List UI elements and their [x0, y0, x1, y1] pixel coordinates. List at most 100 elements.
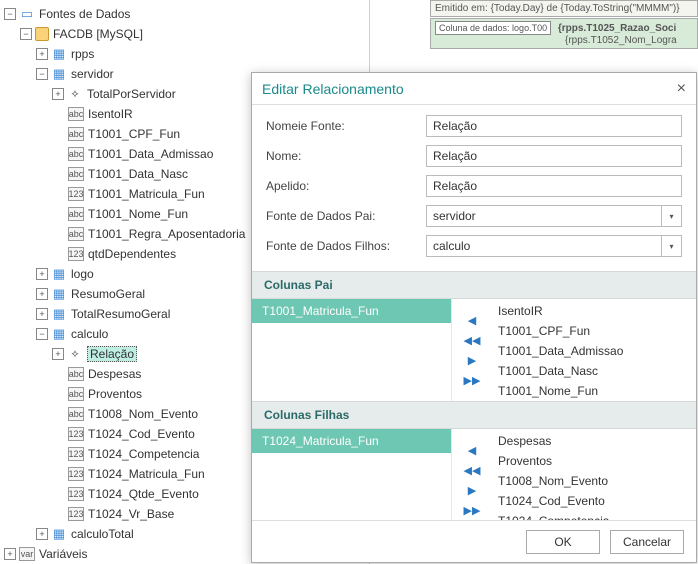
tree-label: IsentoIR — [88, 107, 133, 121]
row-pai: Fonte de Dados Pai: servidor ▾ — [266, 205, 682, 227]
move-all-right-icon[interactable]: ▶▶ — [463, 372, 481, 388]
tree-label: T1001_Matricula_Fun — [88, 187, 205, 201]
collapse-icon[interactable]: − — [20, 28, 32, 40]
tree-label: logo — [71, 267, 94, 281]
tree-label: T1001_Nome_Fun — [88, 207, 188, 221]
select-fonte-pai[interactable]: servidor ▾ — [426, 205, 682, 227]
field-abc-icon: abc — [68, 107, 84, 121]
dialog-title-text: Editar Relacionamento — [262, 81, 404, 97]
collapse-icon[interactable]: − — [36, 68, 48, 80]
field-123-icon: 123 — [68, 467, 84, 481]
field-abc-icon: abc — [68, 167, 84, 181]
tree-label: T1001_Data_Nasc — [88, 167, 188, 181]
report-text: Emitido em: {Today.Day} de {Today.ToStri… — [435, 3, 680, 14]
report-data-row: Coluna de dados: logo.T00 {rpps.T1025_Ra… — [430, 18, 698, 49]
tree-label: qtdDependentes — [88, 247, 176, 261]
selected-child-cols: T1024_Matricula_Fun — [252, 429, 452, 520]
relation-icon: ⟡ — [67, 87, 83, 101]
move-left-icon[interactable]: ◀ — [463, 442, 481, 458]
report-cell: Coluna de dados: logo.T00 — [435, 21, 551, 35]
chevron-down-icon: ▾ — [661, 206, 681, 226]
field-abc-icon: abc — [68, 367, 84, 381]
selected-col-item[interactable]: T1024_Matricula_Fun — [252, 429, 451, 453]
tree-label: T1024_Competencia — [88, 447, 199, 461]
list-item[interactable]: T1001_Data_Admissao — [492, 341, 696, 361]
input-apelido[interactable] — [426, 175, 682, 197]
input-nome[interactable] — [426, 145, 682, 167]
available-parent-cols: IsentoIR T1001_CPF_Fun T1001_Data_Admiss… — [492, 299, 696, 401]
move-left-icon[interactable]: ◀ — [463, 312, 481, 328]
move-buttons: ◀ ◀◀ ▶ ▶▶ — [452, 429, 492, 520]
expand-icon[interactable]: + — [52, 348, 64, 360]
tree-label: Proventos — [88, 387, 142, 401]
tree-label: T1001_CPF_Fun — [88, 127, 180, 141]
tree-label: Fontes de Dados — [39, 7, 130, 21]
tree-label: T1024_Qtde_Evento — [88, 487, 199, 501]
list-item[interactable]: T1024_Cod_Evento — [492, 491, 696, 511]
tree-label: Variáveis — [39, 547, 87, 561]
expand-icon[interactable]: + — [4, 548, 16, 560]
select-fonte-filhos[interactable]: calculo ▾ — [426, 235, 682, 257]
tree-label: T1001_Regra_Aposentadoria — [88, 227, 245, 241]
list-item[interactable]: Despesas — [492, 431, 696, 451]
dialog-footer: OK Cancelar — [252, 520, 696, 562]
input-nomeie-fonte[interactable] — [426, 115, 682, 137]
select-value: calculo — [433, 239, 470, 253]
tree-label: calculo — [71, 327, 108, 341]
expand-icon[interactable]: + — [52, 88, 64, 100]
tree-label: rpps — [71, 47, 94, 61]
field-123-icon: 123 — [68, 507, 84, 521]
tree-rpps[interactable]: + ▦ rpps — [0, 44, 369, 64]
tree-label: T1024_Matricula_Fun — [88, 467, 205, 481]
dialog-titlebar: Editar Relacionamento × — [252, 73, 696, 105]
move-all-left-icon[interactable]: ◀◀ — [463, 462, 481, 478]
table-icon: ▦ — [51, 527, 67, 541]
tree-db[interactable]: − FACDB [MySQL] — [0, 24, 369, 44]
table-icon: ▦ — [51, 67, 67, 81]
table-icon: ▦ — [51, 267, 67, 281]
list-item[interactable]: T1001_Nome_Fun — [492, 381, 696, 401]
field-abc-icon: abc — [68, 227, 84, 241]
expand-icon[interactable]: + — [36, 288, 48, 300]
move-right-icon[interactable]: ▶ — [463, 482, 481, 498]
collapse-icon[interactable]: − — [36, 328, 48, 340]
ok-button[interactable]: OK — [526, 530, 600, 554]
table-icon: ▦ — [51, 327, 67, 341]
colunas-filhas-area: T1024_Matricula_Fun ◀ ◀◀ ▶ ▶▶ Despesas P… — [252, 429, 696, 520]
field-abc-icon: abc — [68, 387, 84, 401]
table-icon: ▦ — [51, 307, 67, 321]
expand-icon[interactable]: + — [36, 528, 48, 540]
move-all-right-icon[interactable]: ▶▶ — [463, 502, 481, 518]
database-icon — [35, 27, 49, 41]
tree-label: T1008_Nom_Evento — [88, 407, 198, 421]
tree-label: T1001_Data_Admissao — [88, 147, 213, 161]
field-abc-icon: abc — [68, 127, 84, 141]
field-123-icon: 123 — [68, 187, 84, 201]
row-nomeie-fonte: Nomeie Fonte: — [266, 115, 682, 137]
available-child-cols: Despesas Proventos T1008_Nom_Evento T102… — [492, 429, 696, 520]
move-all-left-icon[interactable]: ◀◀ — [463, 332, 481, 348]
report-header-row: Emitido em: {Today.Day} de {Today.ToStri… — [430, 0, 698, 17]
list-item[interactable]: T1001_Data_Nasc — [492, 361, 696, 381]
field-123-icon: 123 — [68, 427, 84, 441]
close-icon[interactable]: × — [677, 80, 686, 98]
list-item[interactable]: T1008_Nom_Evento — [492, 471, 696, 491]
expand-icon[interactable]: + — [36, 308, 48, 320]
list-item[interactable]: T1001_CPF_Fun — [492, 321, 696, 341]
field-abc-icon: abc — [68, 207, 84, 221]
cancel-button[interactable]: Cancelar — [610, 530, 684, 554]
list-item[interactable]: T1024_Competencia — [492, 511, 696, 520]
selected-col-item[interactable]: T1001_Matricula_Fun — [252, 299, 451, 323]
relation-icon: ⟡ — [67, 347, 83, 361]
collapse-icon[interactable]: − — [4, 8, 16, 20]
list-item[interactable]: Proventos — [492, 451, 696, 471]
table-icon: ▦ — [51, 287, 67, 301]
list-item[interactable]: IsentoIR — [492, 301, 696, 321]
tree-root[interactable]: − ▭ Fontes de Dados — [0, 4, 369, 24]
tree-label: calculoTotal — [71, 527, 134, 541]
expand-icon[interactable]: + — [36, 268, 48, 280]
tree-label: FACDB [MySQL] — [53, 27, 143, 41]
move-right-icon[interactable]: ▶ — [463, 352, 481, 368]
tree-label: ResumoGeral — [71, 287, 145, 301]
expand-icon[interactable]: + — [36, 48, 48, 60]
